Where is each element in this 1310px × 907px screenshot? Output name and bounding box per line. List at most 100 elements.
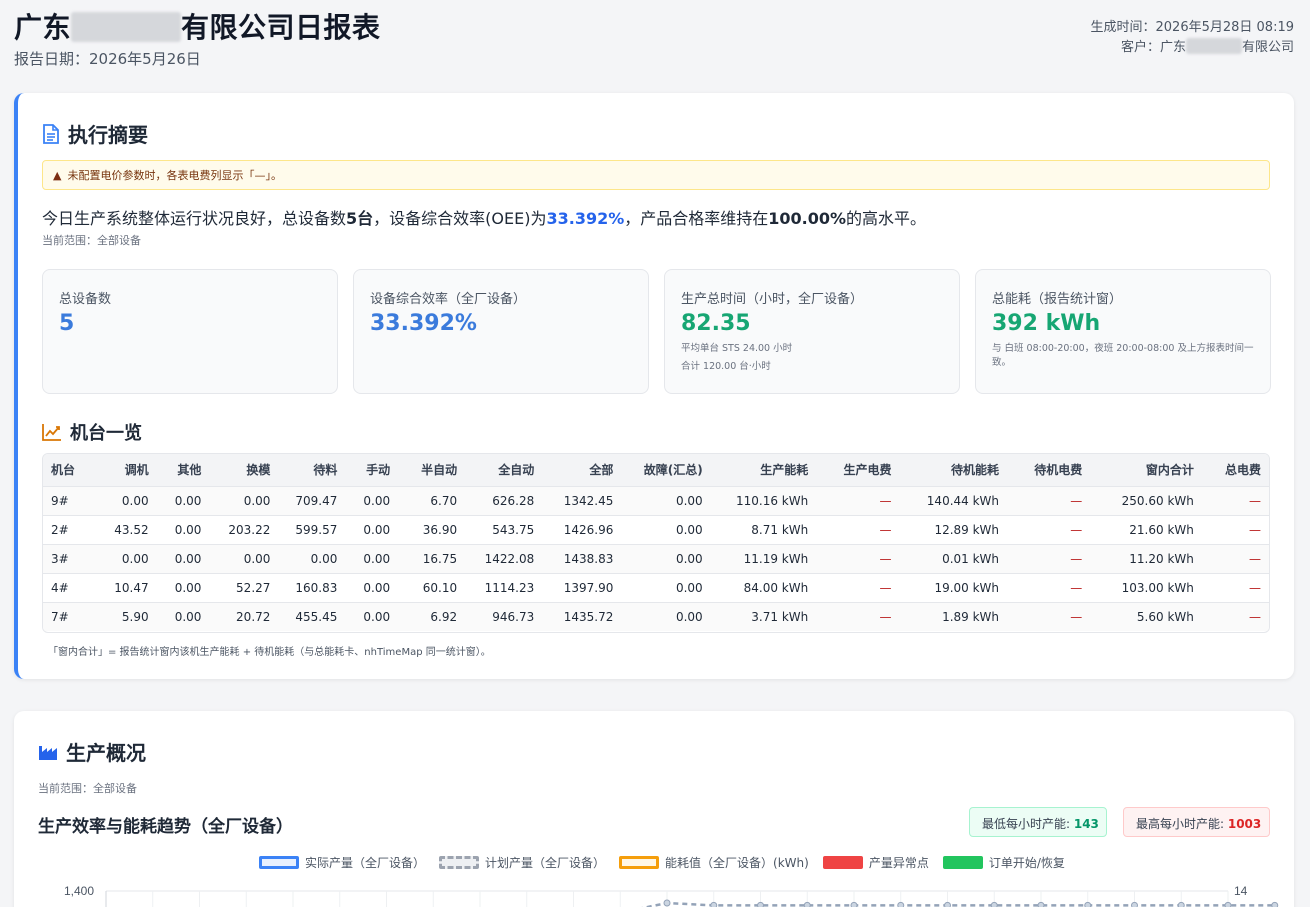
column-header: 机台 [51, 463, 76, 478]
table-cell: 0.00 [174, 551, 202, 566]
table-cell: 9# [51, 493, 69, 508]
table-cell: 36.90 [422, 522, 458, 537]
table-cell: — [1249, 522, 1261, 537]
legend-item[interactable]: 计划产量（全厂设备） [439, 854, 605, 871]
table-cell: 0.00 [675, 580, 703, 595]
min-value: 143 [1073, 817, 1099, 831]
planned-point [757, 901, 764, 907]
table-cell: 6.92 [430, 609, 458, 624]
planned-point [803, 901, 811, 907]
column-header: 其他 [177, 463, 202, 478]
price-warning: ▲ 未配置电价参数时，各表电费列显示「—」。 [42, 160, 1270, 190]
summary-post: 的高水平。 [846, 209, 927, 228]
table-cell: 0.01 kWh [942, 551, 1000, 566]
chart-legend: 实际产量（全厂设备） 计划产量（全厂设备） 能耗值（全厂设备）(kWh) 产量异常点 订… [259, 854, 1065, 871]
table-cell: 7# [51, 609, 69, 624]
column-header: 生产能耗 [760, 463, 809, 478]
table-row: 2# 43.52 0.00 203.22 599.57 0.00 36.90 543.75 14… [43, 515, 1269, 544]
table-cell: 5.90 [121, 609, 149, 624]
planned-point [897, 901, 905, 907]
table-cell: 52.27 [236, 580, 271, 595]
table-cell: 0.00 [174, 580, 202, 595]
document-icon [43, 123, 59, 144]
table-cell: 0.00 [243, 493, 271, 508]
planned-point [850, 901, 858, 907]
table-cell: — [1070, 522, 1083, 537]
table-cell: 0.00 [174, 609, 202, 624]
customer-suffix: 有限公司 [1241, 40, 1294, 55]
page-title: 广东 有限公司日报表 [14, 6, 381, 46]
kpi-sub: 与 白班 08:00-20:00，夜班 20:00-08:00 及上方报表时间一… [992, 343, 1254, 368]
summary-rate: 100.00% [768, 209, 847, 228]
table-row: 7# 5.90 0.00 20.72 455.45 0.00 6.92 946.73 1435.… [43, 602, 1269, 631]
table-cell: 8.71 kWh [751, 522, 809, 537]
column-header: 待机能耗 [951, 463, 1000, 478]
table-cell: 3# [51, 551, 69, 566]
table-cell: 1435.72 [563, 609, 614, 624]
exec-summary-title: 执行摘要 [68, 123, 148, 147]
table-cell: 599.57 [295, 522, 338, 537]
table-cell: 11.19 kWh [743, 551, 809, 566]
table-cell: 0.00 [121, 493, 149, 508]
table-cell: — [1070, 551, 1083, 566]
planned-point [710, 901, 718, 907]
report-header: 广东 有限公司日报表 报告日期：2026年5月26日 生成时间：2026年5月28… [0, 0, 1310, 80]
planned-point [1177, 901, 1185, 907]
table-cell: — [879, 522, 892, 537]
table-cell: — [1249, 551, 1261, 566]
table-cell: 0.00 [675, 609, 703, 624]
generation-info: 生成时间：2026年5月28日 08:19 客户：广东 有限公司 [1091, 18, 1295, 58]
planned-point [663, 899, 671, 907]
table-cell: 0.00 [363, 551, 391, 566]
table-cell: 1438.83 [563, 551, 614, 566]
table-cell: 10.47 [114, 580, 149, 595]
table-cell: 0.00 [174, 493, 202, 508]
legend-swatch [822, 856, 863, 869]
exec-summary-heading: 执行摘要 [42, 119, 148, 148]
table-cell: 1397.90 [563, 580, 614, 595]
trend-chart: 1,4001,2001412 [64, 884, 1279, 907]
redacted-block [71, 12, 182, 42]
legend-swatch [942, 856, 983, 869]
legend-item[interactable]: 能耗值（全厂设备）(kWh) [619, 854, 809, 871]
planned-point [1271, 901, 1279, 907]
table-cell: 946.73 [492, 609, 535, 624]
table-cell: — [1070, 493, 1083, 508]
table-cell: 1342.45 [563, 493, 614, 508]
table-cell: 21.60 kWh [1129, 522, 1194, 537]
report-date: 报告日期：2026年5月26日 [14, 50, 201, 68]
production-heading: 生产概况 [38, 737, 146, 766]
table-body: 9# 0.00 0.00 0.00 709.47 0.00 6.70 626.28 1342.4… [43, 486, 1269, 631]
planned-point [990, 901, 998, 907]
kpi-label: 总能耗（报告统计窗） [992, 292, 1123, 307]
column-header: 半自动 [421, 463, 458, 478]
kpi-label: 总设备数 [59, 292, 112, 307]
summary-text: 今日生产系统整体运行状况良好，总设备数5台，设备综合效率(OEE)为33.392… [42, 205, 926, 229]
factory-icon [39, 745, 57, 760]
summary-devices: 5台 [346, 209, 374, 228]
legend-item[interactable]: 产量异常点 [822, 854, 929, 871]
production-overview-card: 生产概况 当前范围：全部设备 生产效率与能耗趋势（全厂设备） 最低每小时产能: … [14, 711, 1294, 907]
table-footnote: 「窗内合计」= 报告统计窗内该机生产能耗 + 待机能耗（与总能耗卡、nhTime… [48, 647, 491, 658]
legend-label: 实际产量（全厂设备） [305, 856, 426, 870]
table-cell: — [879, 609, 892, 624]
table-cell: — [879, 551, 892, 566]
column-header: 全部 [589, 463, 614, 478]
table-cell: 0.00 [675, 493, 703, 508]
table-cell: 43.52 [114, 522, 149, 537]
table-cell: 1.89 kWh [942, 609, 1000, 624]
summary-mid2: ，产品合格率维持在 [624, 209, 769, 228]
table-cell: — [1070, 580, 1083, 595]
legend-item[interactable]: 订单开始/恢复 [942, 854, 1065, 871]
column-header: 调机 [124, 463, 149, 478]
kpi-production-time: 生产总时间（小时，全厂设备） 82.35 平均单台 STS 24.00 小时 合计… [664, 269, 960, 394]
table-cell: 11.20 kWh [1129, 551, 1194, 566]
legend-swatch [619, 856, 660, 869]
kpi-value: 33.392% [370, 311, 477, 336]
table-cell: 203.22 [228, 522, 271, 537]
legend-label: 订单开始/恢复 [988, 856, 1065, 870]
table-cell: 84.00 kWh [743, 580, 809, 595]
legend-item[interactable]: 实际产量（全厂设备） [259, 854, 425, 871]
table-cell: 1426.96 [563, 522, 614, 537]
table-cell: 60.10 [422, 580, 458, 595]
